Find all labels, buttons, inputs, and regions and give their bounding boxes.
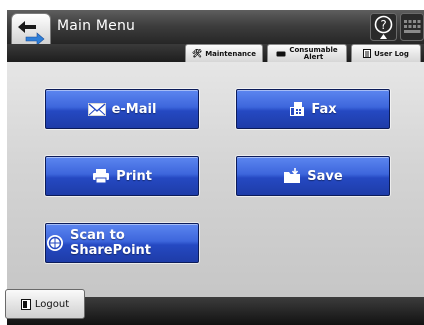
tab-maintenance-label: Maintenance [205, 49, 256, 58]
fax-button[interactable]: Fax [236, 89, 390, 129]
email-button[interactable]: e-Mail [45, 89, 199, 129]
tools-icon: 🛠︎ [192, 48, 203, 58]
help-icon: ? [370, 13, 397, 41]
consumable-icon [276, 51, 286, 56]
help-button[interactable]: ? [370, 13, 397, 41]
print-button-label: Print [116, 168, 152, 184]
keyboard-button[interactable] [400, 13, 424, 41]
tab-consumable-alert-label: Consumable Alert [289, 45, 338, 61]
scan-to-sharepoint-button[interactable]: Scan to SharePoint [45, 223, 199, 263]
sharepoint-icon [47, 235, 63, 251]
email-button-label: e-Mail [111, 101, 157, 117]
tab-maintenance[interactable]: 🛠︎ Maintenance [185, 44, 263, 62]
envelope-icon [87, 102, 106, 116]
folder-save-icon [284, 168, 301, 183]
printer-icon [93, 169, 110, 184]
tab-user-log[interactable]: User Log [351, 44, 421, 62]
print-button[interactable]: Print [45, 156, 199, 196]
fax-icon [290, 102, 305, 116]
keyboard-icon [400, 13, 424, 41]
logout-button[interactable]: Logout [5, 289, 85, 319]
scan-to-sharepoint-button-label: Scan to SharePoint [70, 228, 152, 258]
save-button[interactable]: Save [236, 156, 390, 196]
main-menu-panel: e-Mail Fax Print Save Scan to SharePoint [7, 62, 424, 297]
fax-button-label: Fax [311, 101, 337, 117]
tab-user-log-label: User Log [374, 49, 409, 58]
logout-icon [20, 298, 31, 310]
logout-button-label: Logout [34, 298, 70, 310]
page-title: Main Menu [57, 18, 136, 34]
svg-text:?: ? [380, 18, 386, 32]
tab-consumable-alert[interactable]: Consumable Alert [267, 44, 347, 62]
document-icon [363, 49, 372, 58]
device-screen: Main Menu ? 🛠︎ Maintenance Consumable Al… [7, 10, 424, 325]
save-button-label: Save [307, 168, 343, 184]
